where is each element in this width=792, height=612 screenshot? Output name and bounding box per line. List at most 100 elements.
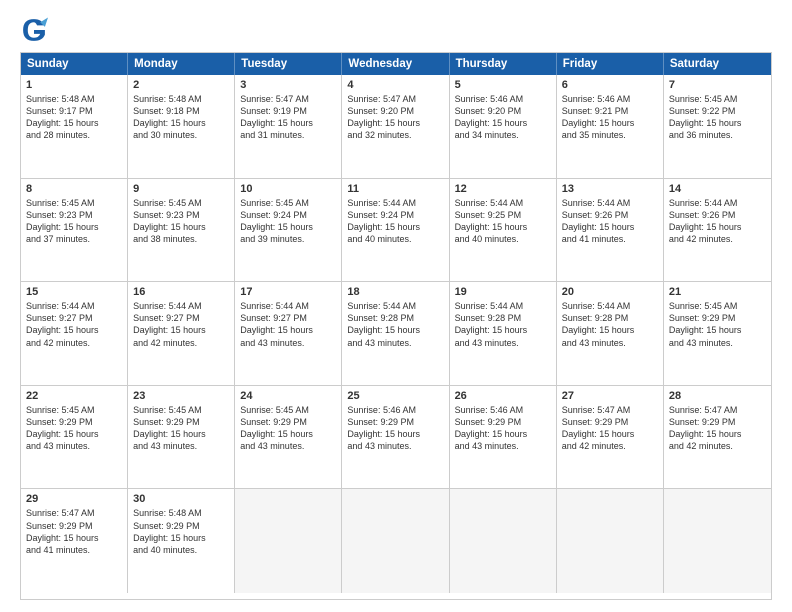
logo [20, 16, 52, 44]
day-info-line: Daylight: 15 hours [26, 221, 122, 233]
day-info-line: Sunset: 9:29 PM [562, 416, 658, 428]
day-info-line: and 31 minutes. [240, 129, 336, 141]
day-info-line: Sunrise: 5:45 AM [669, 93, 766, 105]
day-info-line: Daylight: 15 hours [133, 324, 229, 336]
day-info-line: and 39 minutes. [240, 233, 336, 245]
day-info-line: Sunset: 9:29 PM [133, 416, 229, 428]
calendar-body: 1Sunrise: 5:48 AMSunset: 9:17 PMDaylight… [21, 75, 771, 593]
header-day-wednesday: Wednesday [342, 53, 449, 75]
day-info-line: Daylight: 15 hours [562, 221, 658, 233]
day-info-line: and 43 minutes. [455, 337, 551, 349]
day-info-line: Daylight: 15 hours [669, 221, 766, 233]
day-cell-12: 12Sunrise: 5:44 AMSunset: 9:25 PMDayligh… [450, 179, 557, 283]
day-number: 17 [240, 286, 336, 298]
day-info-line: and 30 minutes. [133, 129, 229, 141]
day-info-line: Sunrise: 5:44 AM [455, 197, 551, 209]
day-info-line: and 42 minutes. [26, 337, 122, 349]
day-info-line: Daylight: 15 hours [133, 428, 229, 440]
day-cell-6: 6Sunrise: 5:46 AMSunset: 9:21 PMDaylight… [557, 75, 664, 179]
header-day-monday: Monday [128, 53, 235, 75]
header-day-saturday: Saturday [664, 53, 771, 75]
day-info-line: and 43 minutes. [26, 440, 122, 452]
day-info-line: Daylight: 15 hours [562, 428, 658, 440]
day-info-line: Sunset: 9:28 PM [562, 312, 658, 324]
day-number: 20 [562, 286, 658, 298]
day-number: 27 [562, 390, 658, 402]
day-info-line: Sunset: 9:29 PM [347, 416, 443, 428]
day-number: 28 [669, 390, 766, 402]
day-info-line: Sunset: 9:23 PM [26, 209, 122, 221]
day-number: 23 [133, 390, 229, 402]
day-cell-4: 4Sunrise: 5:47 AMSunset: 9:20 PMDaylight… [342, 75, 449, 179]
day-cell-23: 23Sunrise: 5:45 AMSunset: 9:29 PMDayligh… [128, 386, 235, 490]
day-info-line: Daylight: 15 hours [133, 221, 229, 233]
day-cell-27: 27Sunrise: 5:47 AMSunset: 9:29 PMDayligh… [557, 386, 664, 490]
day-info-line: Daylight: 15 hours [669, 324, 766, 336]
day-cell-3: 3Sunrise: 5:47 AMSunset: 9:19 PMDaylight… [235, 75, 342, 179]
day-info-line: and 40 minutes. [133, 544, 229, 556]
day-info-line: Sunrise: 5:44 AM [347, 300, 443, 312]
day-info-line: and 43 minutes. [562, 337, 658, 349]
day-number: 5 [455, 79, 551, 91]
day-info-line: and 37 minutes. [26, 233, 122, 245]
day-info-line: Sunset: 9:25 PM [455, 209, 551, 221]
day-info-line: and 42 minutes. [669, 233, 766, 245]
day-number: 30 [133, 493, 229, 505]
calendar: SundayMondayTuesdayWednesdayThursdayFrid… [20, 52, 772, 600]
day-number: 22 [26, 390, 122, 402]
day-info-line: Daylight: 15 hours [455, 117, 551, 129]
day-info-line: Daylight: 15 hours [240, 428, 336, 440]
day-cell-30: 30Sunrise: 5:48 AMSunset: 9:29 PMDayligh… [128, 489, 235, 593]
day-info-line: Daylight: 15 hours [133, 532, 229, 544]
day-info-line: Daylight: 15 hours [240, 117, 336, 129]
day-number: 14 [669, 183, 766, 195]
day-info-line: Sunset: 9:18 PM [133, 105, 229, 117]
day-info-line: Sunrise: 5:45 AM [240, 404, 336, 416]
day-cell-1: 1Sunrise: 5:48 AMSunset: 9:17 PMDaylight… [21, 75, 128, 179]
day-info-line: Sunset: 9:19 PM [240, 105, 336, 117]
day-cell-26: 26Sunrise: 5:46 AMSunset: 9:29 PMDayligh… [450, 386, 557, 490]
day-info-line: Sunset: 9:29 PM [240, 416, 336, 428]
day-cell-13: 13Sunrise: 5:44 AMSunset: 9:26 PMDayligh… [557, 179, 664, 283]
day-info-line: Sunset: 9:29 PM [133, 520, 229, 532]
day-info-line: Daylight: 15 hours [347, 324, 443, 336]
day-info-line: Sunrise: 5:45 AM [240, 197, 336, 209]
day-info-line: Daylight: 15 hours [562, 117, 658, 129]
day-number: 1 [26, 79, 122, 91]
day-info-line: Sunset: 9:26 PM [669, 209, 766, 221]
day-cell-8: 8Sunrise: 5:45 AMSunset: 9:23 PMDaylight… [21, 179, 128, 283]
day-cell-29: 29Sunrise: 5:47 AMSunset: 9:29 PMDayligh… [21, 489, 128, 593]
day-info-line: and 34 minutes. [455, 129, 551, 141]
day-info-line: Sunset: 9:26 PM [562, 209, 658, 221]
day-info-line: Sunrise: 5:48 AM [133, 93, 229, 105]
day-number: 11 [347, 183, 443, 195]
day-info-line: and 41 minutes. [26, 544, 122, 556]
day-info-line: and 42 minutes. [133, 337, 229, 349]
day-number: 29 [26, 493, 122, 505]
day-info-line: and 40 minutes. [347, 233, 443, 245]
header [20, 16, 772, 44]
day-info-line: and 43 minutes. [455, 440, 551, 452]
day-number: 16 [133, 286, 229, 298]
day-number: 24 [240, 390, 336, 402]
day-cell-21: 21Sunrise: 5:45 AMSunset: 9:29 PMDayligh… [664, 282, 771, 386]
day-info-line: Sunset: 9:21 PM [562, 105, 658, 117]
calendar-header: SundayMondayTuesdayWednesdayThursdayFrid… [21, 53, 771, 75]
day-number: 12 [455, 183, 551, 195]
day-info-line: and 35 minutes. [562, 129, 658, 141]
day-info-line: Sunrise: 5:44 AM [240, 300, 336, 312]
day-info-line: Sunrise: 5:45 AM [669, 300, 766, 312]
day-info-line: Sunrise: 5:44 AM [26, 300, 122, 312]
day-info-line: Daylight: 15 hours [347, 428, 443, 440]
day-info-line: Sunrise: 5:47 AM [240, 93, 336, 105]
day-info-line: and 43 minutes. [669, 337, 766, 349]
day-info-line: Sunrise: 5:44 AM [562, 300, 658, 312]
empty-cell [557, 489, 664, 593]
day-info-line: Sunrise: 5:48 AM [26, 93, 122, 105]
day-cell-9: 9Sunrise: 5:45 AMSunset: 9:23 PMDaylight… [128, 179, 235, 283]
day-info-line: Sunrise: 5:46 AM [455, 93, 551, 105]
day-cell-7: 7Sunrise: 5:45 AMSunset: 9:22 PMDaylight… [664, 75, 771, 179]
day-info-line: Sunrise: 5:47 AM [347, 93, 443, 105]
empty-cell [664, 489, 771, 593]
day-info-line: and 43 minutes. [240, 440, 336, 452]
